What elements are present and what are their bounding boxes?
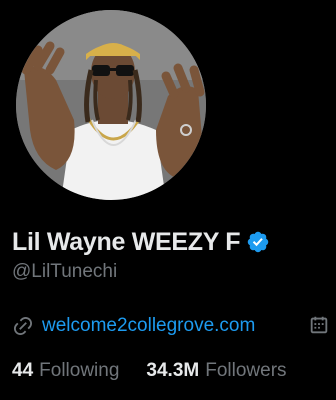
- followers-label: Followers: [205, 360, 287, 381]
- following-stat[interactable]: 44 Following: [12, 360, 119, 382]
- profile-stats: 44 Following 34.3M Followers: [12, 358, 287, 384]
- profile-handle: @LilTunechi: [12, 261, 118, 282]
- following-count: 44: [12, 360, 34, 381]
- profile-avatar[interactable]: [16, 10, 206, 200]
- display-name-row: Lil Wayne WEEZY F: [12, 224, 270, 260]
- following-label: Following: [39, 360, 120, 381]
- followers-stat[interactable]: 34.3M Followers: [146, 360, 286, 382]
- website-link[interactable]: welcome2collegrove.com: [42, 315, 255, 337]
- verified-badge-icon[interactable]: [246, 230, 270, 254]
- followers-count: 34.3M: [146, 360, 200, 381]
- display-name: Lil Wayne WEEZY F: [12, 227, 241, 256]
- link-icon: [12, 315, 34, 337]
- calendar-icon: [308, 314, 330, 336]
- profile-meta-row: welcome2collegrove.com: [12, 312, 332, 340]
